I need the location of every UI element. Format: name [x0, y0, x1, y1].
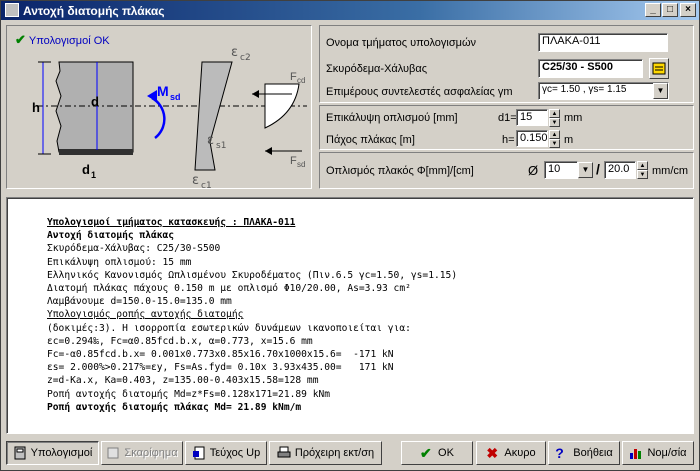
label-fcd: F — [290, 71, 297, 83]
report-textarea[interactable]: Υπολογισμοί τμήματος κατασκευής : ΠΛΑΚΑ-… — [6, 197, 694, 434]
rebar-layer — [59, 149, 133, 155]
label-ec2-sub: c2 — [240, 53, 251, 63]
material-label: Σκυρόδεμα-Χάλυβας — [326, 63, 428, 75]
volume-up-button[interactable]: Τεύχος Up — [185, 441, 267, 465]
slash-separator: / — [596, 161, 600, 177]
ok-button[interactable]: ✔ OK — [401, 441, 473, 465]
label-h: h — [32, 100, 40, 115]
report-line: z=d-Ka.x, Ka=0.403, z=135.00-0.403x15.58… — [47, 375, 319, 387]
draft-print-button[interactable]: Πρόχειρη εκτ/ση — [269, 441, 382, 465]
material-select-button[interactable] — [649, 58, 669, 79]
label-msd-sub: sd — [170, 92, 181, 102]
thickness-input[interactable]: 0.150 — [516, 130, 548, 147]
section-diagram: ✔ Υπολογισμοί ΟΚ h d d 1 M sd ε c2 ε s1 … — [6, 25, 312, 189]
label-ec1: ε — [192, 173, 199, 188]
msd-arrowhead — [147, 90, 157, 102]
rebar-label: Οπλισμός πλακός Φ[mm]/[cm] — [326, 165, 474, 177]
label-fsd-sub: sd — [297, 160, 305, 169]
cancel-x-icon: ✖ — [486, 445, 499, 461]
rebar-spacing-spinner[interactable]: ▲ ▼ — [637, 161, 648, 179]
cover-label: Επικάλυψη οπλισμού [mm] — [326, 112, 458, 124]
panel-material: Ονομα τμήματος υπολογισμών ΠΛΑΚΑ-011 Σκυ… — [319, 25, 694, 103]
report-line: Διατομή πλάκας πάχους 0.150 m με οπλισμό… — [47, 283, 411, 295]
report-line: Fc=-α0.85fcd.b.x= 0.001x0.773x0.85x16.70… — [47, 349, 394, 361]
report-line: Λαμβάνουμε d=150.0-15.0=135.0 mm — [47, 296, 232, 308]
cover-input[interactable]: 15 — [516, 109, 548, 126]
cancel-button[interactable]: ✖ Ακυρο — [476, 441, 546, 465]
thickness-prefix: h= — [502, 134, 515, 146]
ok-check-icon: ✔ — [420, 445, 432, 461]
safety-select[interactable]: γc= 1.50 , γs= 1.15 — [538, 82, 669, 100]
window: Αντοχή διατομής πλάκας _ □ × ✔ Υπολογισμο… — [0, 0, 700, 471]
panel-geometry: Επικάλυψη οπλισμού [mm] d1= 15 ▲ ▼ mm Πάχ… — [319, 105, 694, 150]
diameter-symbol: Ø — [528, 163, 539, 178]
report-line: Υπολογισμός ροπής αντοχής διατομής — [47, 309, 244, 321]
label-d1: d — [82, 162, 90, 177]
report-line: Ροπή αντοχής διατομής πλάκας Md= 21.89 k… — [47, 401, 302, 413]
sketch-icon — [107, 447, 119, 459]
thickness-unit: m — [564, 134, 574, 146]
label-ec2: ε — [231, 45, 238, 60]
calculator-icon — [14, 446, 26, 460]
cover-unit: mm — [564, 112, 583, 124]
materials-icon — [652, 62, 666, 75]
msd-arrow — [151, 96, 166, 139]
sketch-button[interactable]: Σκαρίφημα — [101, 441, 183, 465]
rebar-unit: mm/cm — [652, 165, 689, 177]
thickness-spinner[interactable]: ▲ ▼ — [549, 130, 560, 148]
question-icon: ? — [555, 445, 564, 461]
label-ec1-sub: c1 — [201, 181, 212, 188]
cover-prefix: d1= — [498, 112, 517, 124]
minimize-button[interactable]: _ — [645, 3, 661, 17]
rebar-spacing-input[interactable]: 20.0 — [604, 161, 636, 179]
printer-icon — [277, 446, 291, 458]
bar-chart-icon — [630, 449, 642, 459]
title-bar[interactable]: Αντοχή διατομής πλάκας _ □ × — [1, 1, 699, 20]
safety-dropdown-arrow[interactable]: ▼ — [653, 83, 668, 99]
label-fsd: F — [290, 155, 297, 167]
fcd-arrowhead — [252, 90, 259, 98]
report-line: Σκυρόδεμα-Χάλυβας: C25/30-S500 — [47, 243, 221, 255]
report-line: εc=0.294‰, Fc=α0.85fcd.b.x, α=0.773, x=1… — [47, 335, 313, 347]
report-line: εs= 2.000%>0.217%=εy, Fs=As.fyd= 0.10x 3… — [47, 362, 394, 374]
report-line: (δοκιμές:3). Η ισορροπία εσωτερικών δυνά… — [47, 322, 411, 334]
maximize-button[interactable]: □ — [662, 3, 678, 17]
rebar-diameter-select[interactable]: 10 — [544, 161, 578, 179]
report-line: Υπολογισμοί τμήματος κατασκευής : ΠΛΑΚΑ-… — [47, 217, 296, 228]
report-line: Επικάλυψη οπλισμού: 15 mm — [47, 256, 192, 268]
label-es1: ε — [207, 133, 214, 148]
strain-diagram — [194, 61, 233, 171]
report-text: Υπολογισμοί τμήματος κατασκευής : ΠΛΑΚΑ-… — [47, 216, 457, 414]
panel-rebar: Οπλισμός πλακός Φ[mm]/[cm] Ø 10 ▼ / 20.0… — [319, 152, 694, 189]
rebar-diameter-dropdown[interactable]: ▼ — [578, 162, 593, 178]
label-d: d — [91, 94, 99, 109]
report-line: Ροπή αντοχής διατομής Md=z*Fs=0.128x171=… — [47, 388, 331, 400]
section-drawing: h d d 1 M sd ε c2 ε s1 ε c1 F cd F sd — [32, 45, 307, 188]
help-button[interactable]: ? Βοήθεια — [548, 441, 620, 465]
label-msd: M — [157, 83, 169, 99]
material-field: C25/30 - S500 — [538, 59, 643, 78]
app-icon — [5, 3, 19, 17]
name-label: Ονομα τμήματος υπολογισμών — [326, 37, 477, 49]
close-button[interactable]: × — [680, 3, 696, 17]
safety-label: Επιμέρους συντελεστές ασφαλείας γm — [326, 86, 513, 98]
label-fcd-sub: cd — [297, 76, 305, 85]
cover-spinner[interactable]: ▲ ▼ — [549, 109, 560, 127]
report-line: Αντοχή διατομής πλάκας — [47, 230, 175, 242]
report-line: Ελληνικός Κανονισμός Ωπλισμένου Σκυροδέμ… — [47, 269, 458, 281]
calculations-button[interactable]: Υπολογισμοί — [6, 441, 99, 465]
label-d1-sub: 1 — [91, 170, 96, 180]
thickness-label: Πάχος πλάκας [m] — [326, 134, 415, 146]
label-es1-sub: s1 — [216, 141, 226, 151]
document-icon — [192, 446, 205, 460]
window-title: Αντοχή διατομής πλάκας — [23, 4, 165, 18]
units-button[interactable]: Νομ/σία — [622, 441, 694, 465]
name-input[interactable]: ΠΛΑΚΑ-011 — [538, 33, 668, 52]
fsd-arrowhead — [265, 147, 272, 155]
